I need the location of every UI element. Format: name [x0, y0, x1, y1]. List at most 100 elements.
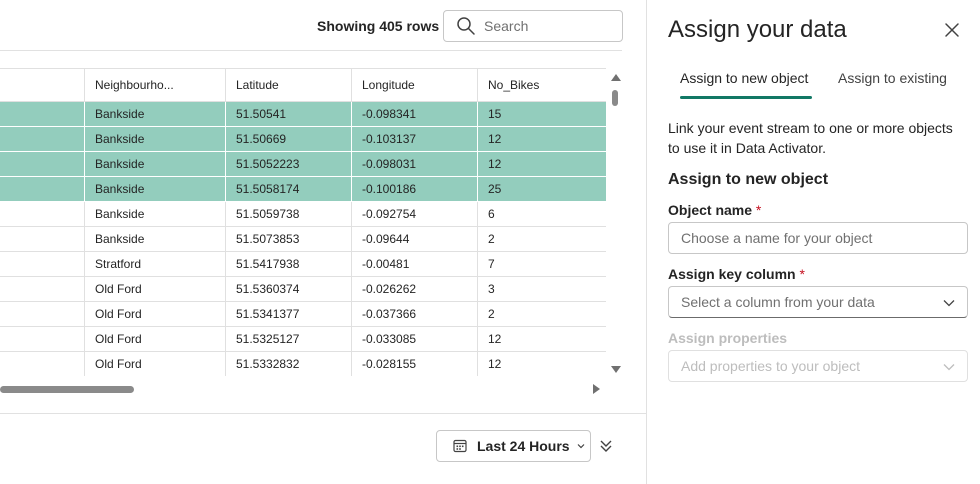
- table-row[interactable]: Bankside 51.5052223 -0.098031 12: [0, 152, 606, 177]
- row-count-label: Showing 405 rows: [317, 18, 440, 34]
- properties-label: Assign properties: [668, 330, 788, 346]
- table-row[interactable]: Stratford 51.5417938 -0.00481 7: [0, 252, 606, 277]
- scroll-right-arrow-icon[interactable]: [593, 384, 600, 394]
- scroll-down-arrow-icon[interactable]: [611, 366, 621, 373]
- key-column-label: Assign key column *: [668, 266, 805, 282]
- cell-neighbourhood: Old Ford: [84, 302, 225, 326]
- properties-placeholder: Add properties to your object: [681, 358, 860, 374]
- cell-no-bikes: 7: [477, 252, 606, 276]
- column-header-neighbourhood[interactable]: Neighbourho...: [84, 69, 225, 101]
- cell-latitude: 51.5341377: [225, 302, 351, 326]
- cell-no-bikes: 2: [477, 302, 606, 326]
- cell-row-header: [0, 302, 85, 326]
- cell-latitude: 51.5332832: [225, 352, 351, 376]
- cell-longitude: -0.103137: [351, 127, 477, 151]
- cell-neighbourhood: Old Ford: [84, 352, 225, 376]
- key-column-dropdown[interactable]: Select a column from your data: [668, 286, 968, 318]
- cell-latitude: 51.50541: [225, 102, 351, 126]
- table-row[interactable]: Old Ford 51.5360374 -0.026262 3: [0, 277, 606, 302]
- close-icon[interactable]: [944, 22, 960, 38]
- cell-no-bikes: 2: [477, 227, 606, 251]
- table-row[interactable]: Old Ford 51.5325127 -0.033085 12: [0, 327, 606, 352]
- cell-longitude: -0.098341: [351, 102, 477, 126]
- cell-latitude: 51.5325127: [225, 327, 351, 351]
- object-name-label-text: Object name: [668, 202, 753, 218]
- cell-neighbourhood: Stratford: [84, 252, 225, 276]
- horizontal-scroll-thumb[interactable]: [0, 386, 134, 393]
- chevron-down-icon: [943, 364, 955, 371]
- cell-neighbourhood: Bankside: [84, 152, 225, 176]
- cell-no-bikes: 15: [477, 102, 606, 126]
- search-icon: [457, 17, 475, 35]
- cell-row-header: [0, 327, 85, 351]
- cell-row-header: [0, 277, 85, 301]
- cell-longitude: -0.092754: [351, 202, 477, 226]
- cell-longitude: -0.033085: [351, 327, 477, 351]
- column-header[interactable]: [0, 69, 85, 101]
- cell-longitude: -0.100186: [351, 177, 477, 201]
- cell-longitude: -0.026262: [351, 277, 477, 301]
- cell-latitude: 51.5052223: [225, 152, 351, 176]
- horizontal-scrollbar[interactable]: [0, 382, 606, 396]
- column-header-latitude[interactable]: Latitude: [225, 69, 351, 101]
- scroll-up-arrow-icon[interactable]: [611, 74, 621, 81]
- cell-longitude: -0.098031: [351, 152, 477, 176]
- panel-description: Link your event stream to one or more ob…: [668, 120, 953, 156]
- cell-row-header: [0, 102, 85, 126]
- cell-latitude: 51.50669: [225, 127, 351, 151]
- cell-row-header: [0, 227, 85, 251]
- time-range-button[interactable]: Last 24 Hours: [436, 430, 591, 462]
- cell-latitude: 51.5417938: [225, 252, 351, 276]
- table-row[interactable]: Old Ford 51.5332832 -0.028155 12: [0, 352, 606, 376]
- required-marker: *: [799, 266, 805, 282]
- cell-no-bikes: 25: [477, 177, 606, 201]
- active-tab-indicator: [680, 96, 812, 99]
- object-name-label: Object name *: [668, 202, 761, 218]
- required-marker: *: [755, 202, 762, 218]
- object-name-input[interactable]: [681, 230, 951, 246]
- object-name-field[interactable]: [668, 222, 968, 254]
- table-header-row: Neighbourho... Latitude Longitude No_Bik…: [0, 69, 606, 102]
- tab-assign-to-new-object[interactable]: Assign to new object: [680, 70, 808, 86]
- tab-assign-to-existing[interactable]: Assign to existing: [838, 70, 947, 86]
- data-grid: Neighbourho... Latitude Longitude No_Bik…: [0, 68, 606, 376]
- table-row[interactable]: Bankside 51.5073853 -0.09644 2: [0, 227, 606, 252]
- cell-latitude: 51.5360374: [225, 277, 351, 301]
- cell-neighbourhood: Bankside: [84, 227, 225, 251]
- cell-row-header: [0, 177, 85, 201]
- search-input[interactable]: [484, 18, 614, 34]
- cell-longitude: -0.09644: [351, 227, 477, 251]
- panel-title: Assign your data: [668, 16, 847, 43]
- key-column-label-text: Assign key column: [668, 266, 796, 282]
- cell-no-bikes: 3: [477, 277, 606, 301]
- table-row[interactable]: Bankside 51.5059738 -0.092754 6: [0, 202, 606, 227]
- table-row[interactable]: Old Ford 51.5341377 -0.037366 2: [0, 302, 606, 327]
- cell-no-bikes: 12: [477, 352, 606, 376]
- cell-neighbourhood: Bankside: [84, 102, 225, 126]
- cell-row-header: [0, 252, 85, 276]
- cell-no-bikes: 6: [477, 202, 606, 226]
- cell-row-header: [0, 152, 85, 176]
- cell-no-bikes: 12: [477, 152, 606, 176]
- cell-latitude: 51.5058174: [225, 177, 351, 201]
- cell-latitude: 51.5059738: [225, 202, 351, 226]
- vertical-scrollbar[interactable]: [606, 68, 622, 376]
- table-row[interactable]: Bankside 51.50541 -0.098341 15: [0, 102, 606, 127]
- cell-row-header: [0, 202, 85, 226]
- table-row[interactable]: Bankside 51.50669 -0.103137 12: [0, 127, 606, 152]
- column-header-longitude[interactable]: Longitude: [351, 69, 477, 101]
- cell-row-header: [0, 352, 85, 376]
- assign-data-panel: Assign your data Assign to new object As…: [646, 0, 980, 484]
- search-box[interactable]: [443, 10, 623, 42]
- double-chevron-down-icon[interactable]: [599, 438, 613, 454]
- vertical-scroll-thumb[interactable]: [612, 90, 618, 106]
- table-row[interactable]: Bankside 51.5058174 -0.100186 25: [0, 177, 606, 202]
- data-preview-region: Showing 405 rows Neighbourho... Latitude…: [0, 0, 646, 484]
- cell-neighbourhood: Bankside: [84, 202, 225, 226]
- cell-longitude: -0.037366: [351, 302, 477, 326]
- cell-no-bikes: 12: [477, 327, 606, 351]
- cell-row-header: [0, 127, 85, 151]
- time-range-label: Last 24 Hours: [477, 438, 570, 454]
- column-header-no-bikes[interactable]: No_Bikes: [477, 69, 606, 101]
- cell-neighbourhood: Old Ford: [84, 277, 225, 301]
